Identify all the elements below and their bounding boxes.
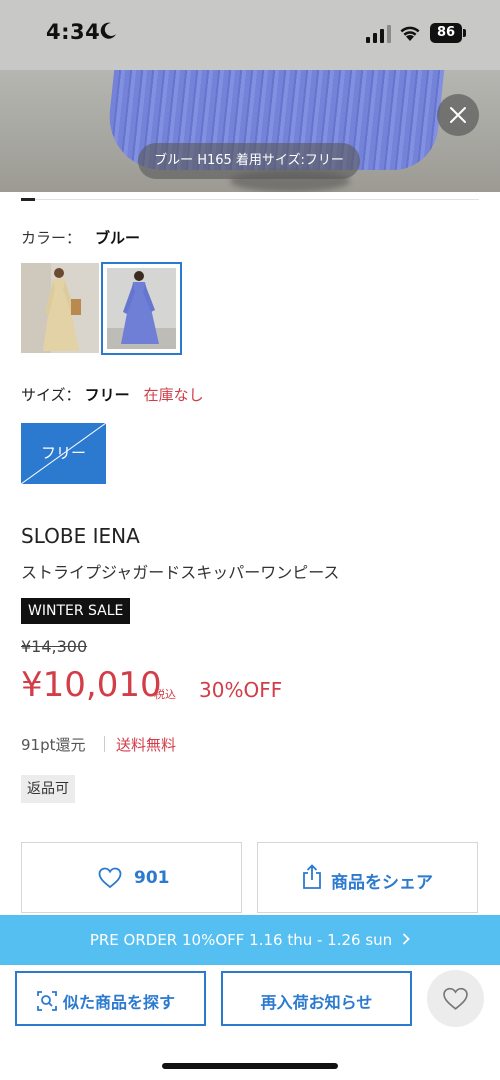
color-value: ブルー <box>95 229 141 247</box>
color-swatch-blue-selected[interactable] <box>101 262 182 355</box>
returnable-badge: 返品可 <box>21 775 75 803</box>
close-icon <box>450 107 466 123</box>
restock-notify-label: 再入荷お知らせ <box>260 993 373 1012</box>
sale-badge: WINTER SALE <box>21 598 131 624</box>
free-shipping: 送料無料 <box>116 736 177 754</box>
size-option-free[interactable]: フリー <box>21 423 106 484</box>
restock-notify-button[interactable]: 再入荷お知らせ <box>221 971 412 1026</box>
beige-dress-thumbnail <box>21 263 99 353</box>
out-of-stock-slash <box>21 423 106 484</box>
heart-icon <box>98 867 122 889</box>
color-selector: カラー： ブルー <box>21 227 140 248</box>
divider <box>21 199 479 200</box>
battery-indicator: 86 <box>430 23 462 43</box>
share-button[interactable]: 商品をシェア <box>257 842 478 913</box>
favorite-circle-button[interactable] <box>427 970 484 1027</box>
image-pager-indicator <box>21 198 35 201</box>
size-selector: サイズ： フリー 在庫なし <box>21 384 204 405</box>
home-indicator[interactable] <box>162 1063 338 1069</box>
signal-icon <box>366 25 391 43</box>
discount-rate: 30%OFF <box>199 678 283 702</box>
product-title: ストライプジャガードスキッパーワンピース <box>21 563 340 582</box>
share-icon <box>303 864 321 889</box>
image-caption: ブルー H165 着用サイズ:フリー <box>138 143 360 179</box>
brand-name[interactable]: SLOBE IENA <box>21 524 140 548</box>
close-button[interactable] <box>437 94 479 136</box>
size-value: フリー <box>84 386 130 404</box>
status-time: 4:34 <box>46 20 101 44</box>
divider <box>104 736 105 752</box>
tax-label: 税込 <box>154 688 176 701</box>
color-label: カラー： <box>21 229 82 247</box>
favorite-button[interactable]: 901 <box>21 842 242 913</box>
status-bar: 4:34 86 <box>0 0 500 70</box>
sale-price: ¥10,010 <box>21 665 162 705</box>
moon-icon <box>100 22 116 39</box>
stock-status: 在庫なし <box>143 386 204 404</box>
share-label: 商品をシェア <box>331 873 433 893</box>
find-similar-button[interactable]: 似た商品を探す <box>15 971 206 1026</box>
banner-text: PRE ORDER 10%OFF 1.16 thu - 1.26 sun <box>89 931 393 949</box>
wifi-icon <box>400 26 420 41</box>
points-reward: 91pt還元 <box>21 736 86 754</box>
favorite-count: 901 <box>134 868 170 888</box>
find-similar-label: 似た商品を探す <box>63 993 176 1012</box>
color-swatch-beige[interactable] <box>21 263 99 353</box>
size-label: サイズ： <box>21 386 81 404</box>
pre-order-banner[interactable]: PRE ORDER 10%OFF 1.16 thu - 1.26 sun <box>0 915 500 965</box>
heart-icon <box>443 987 468 1010</box>
original-price: ¥14,300 <box>21 637 88 656</box>
image-search-icon <box>37 991 57 1011</box>
blue-dress-thumbnail <box>107 268 176 349</box>
battery-tip <box>463 29 466 37</box>
chevron-right-icon <box>403 933 410 945</box>
